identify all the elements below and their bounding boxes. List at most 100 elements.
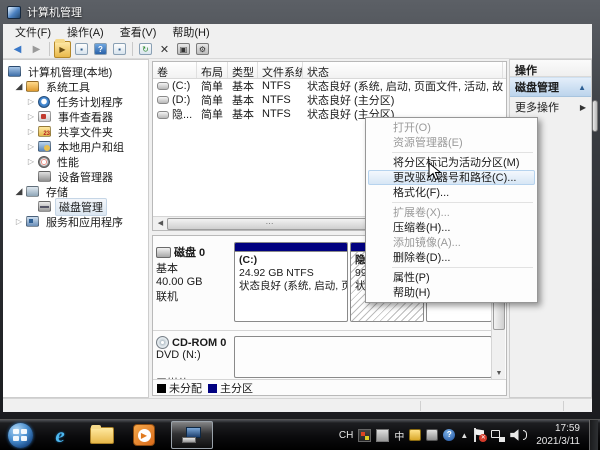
console-window-2-icon[interactable]: ▪ xyxy=(111,41,128,57)
volume-row-c[interactable]: (C:) 简单 基本 NTFS 状态良好 (系统, 启动, 页面文件, 活动, … xyxy=(153,79,506,93)
cdrom-media-block[interactable] xyxy=(234,336,492,378)
disk0-info[interactable]: 磁盘 0 基本 40.00 GB 联机 xyxy=(156,244,232,304)
speaker-icon[interactable] xyxy=(510,429,521,441)
forward-icon[interactable]: ▶ xyxy=(28,41,45,57)
tree-item-services-applications[interactable]: ▷ 服务和应用程序 xyxy=(3,214,148,229)
menu-item-shrink-volume[interactable]: 压缩卷(H)... xyxy=(368,220,535,235)
menu-item-open: 打开(O) xyxy=(368,120,535,135)
volume-list-header: 卷 布局 类型 文件系统 状态 xyxy=(153,62,506,79)
expand-icon[interactable]: ▷ xyxy=(25,112,37,121)
menu-separator xyxy=(392,267,533,268)
tree-item-system-tools[interactable]: ◢ 系统工具 xyxy=(3,79,148,94)
action-center-flag-icon[interactable]: ✕ xyxy=(473,428,486,442)
ime-mode-indicator[interactable]: 中 xyxy=(394,428,404,443)
menu-help[interactable]: 帮助(H) xyxy=(164,23,217,41)
primary-partition-bar xyxy=(235,243,347,252)
collapse-icon[interactable]: ◢ xyxy=(13,81,25,92)
tree-item-performance[interactable]: ▷ 性能 xyxy=(3,154,148,169)
computer-icon xyxy=(8,66,21,77)
storage-icon xyxy=(26,186,39,197)
menu-item-format[interactable]: 格式化(F)... xyxy=(368,185,535,200)
tree-item-shared-folders[interactable]: ▷ 共享文件夹 xyxy=(3,124,148,139)
collapse-icon[interactable]: ◢ xyxy=(13,186,25,197)
show-console-tree-icon[interactable]: ▶ xyxy=(54,41,71,57)
expand-icon[interactable]: ▷ xyxy=(25,142,37,151)
menu-item-help[interactable]: 帮助(H) xyxy=(368,285,535,300)
ime-icon[interactable] xyxy=(358,429,371,442)
taskbar-ie-icon[interactable]: e xyxy=(45,422,75,449)
more-actions-item[interactable]: 更多操作 ▶ xyxy=(510,97,591,117)
keyboard-layout-icon[interactable] xyxy=(376,429,389,442)
system-tools-icon xyxy=(26,81,39,92)
tree-item-local-users-groups[interactable]: ▷ 本地用户和组 xyxy=(3,139,148,154)
tray-help-icon[interactable]: ? xyxy=(443,429,455,441)
toolbar-separator xyxy=(49,42,50,56)
partition-name: (C:) xyxy=(239,254,343,267)
disk-icon xyxy=(156,247,171,258)
taskbar-media-player-icon[interactable]: ▶ xyxy=(129,422,159,449)
tree-item-event-viewer[interactable]: ▷ 事件查看器 xyxy=(3,109,148,124)
window-title: 计算机管理 xyxy=(27,4,82,20)
tree-item-computer-management[interactable]: 计算机管理(本地) xyxy=(3,64,148,79)
tree-item-label: 性能 xyxy=(54,154,82,170)
tree-item-disk-management[interactable]: 磁盘管理 xyxy=(3,199,148,214)
column-header-layout[interactable]: 布局 xyxy=(197,62,228,78)
tree-item-task-scheduler[interactable]: ▷ 任务计划程序 xyxy=(3,94,148,109)
menu-separator xyxy=(392,202,533,203)
expand-icon[interactable]: ▷ xyxy=(25,127,37,136)
properties-icon[interactable]: ▣ xyxy=(175,41,192,57)
start-button[interactable] xyxy=(8,423,33,448)
column-header-volume[interactable]: 卷 xyxy=(153,62,197,78)
actions-disk-management-section[interactable]: 磁盘管理 ▲ xyxy=(510,77,591,97)
refresh-icon[interactable]: ↻ xyxy=(137,41,154,57)
expand-icon[interactable]: ▷ xyxy=(25,157,37,166)
volume-filesystem: NTFS xyxy=(258,80,303,92)
show-desktop-button[interactable] xyxy=(589,420,598,450)
volume-filesystem: NTFS xyxy=(258,108,303,120)
taskbar-computer-management-button[interactable] xyxy=(171,421,213,449)
services-icon xyxy=(26,216,39,227)
help-icon[interactable]: ? xyxy=(92,41,109,57)
column-header-status[interactable]: 状态 xyxy=(303,62,503,78)
volume-row-d[interactable]: (D:) 简单 基本 NTFS 状态良好 (主分区) xyxy=(153,93,506,107)
tree-item-storage[interactable]: ◢ 存储 xyxy=(3,184,148,199)
menu-item-delete-volume[interactable]: 删除卷(D)... xyxy=(368,250,535,265)
collapse-section-icon[interactable]: ▲ xyxy=(578,83,586,92)
cd-rom-icon xyxy=(156,336,169,349)
tray-app-icon-2[interactable] xyxy=(426,429,438,441)
scrollbar-thumb[interactable]: ⋯ xyxy=(167,218,373,230)
menu-item-change-drive-letter[interactable]: 更改驱动器号和路径(C)... xyxy=(368,170,535,185)
menu-action[interactable]: 操作(A) xyxy=(59,23,112,41)
show-hidden-icons-button[interactable]: ▲ xyxy=(460,431,468,440)
menu-bar: 文件(F) 操作(A) 查看(V) 帮助(H) xyxy=(3,24,592,40)
expand-icon[interactable]: ▷ xyxy=(25,97,37,106)
expand-icon[interactable]: ▷ xyxy=(13,217,25,226)
window-edge-scrollbar-thumb[interactable] xyxy=(592,100,598,132)
column-header-type[interactable]: 类型 xyxy=(228,62,258,78)
title-bar[interactable]: 计算机管理 xyxy=(0,0,600,24)
tray-app-icon-1[interactable] xyxy=(409,429,421,441)
tree-item-label: 共享文件夹 xyxy=(55,124,116,140)
taskbar-clock[interactable]: 17:59 2021/3/11 xyxy=(536,422,580,448)
console-window-icon[interactable]: ▪ xyxy=(73,41,90,57)
scroll-left-icon[interactable]: ◀ xyxy=(154,218,167,230)
menu-item-add-mirror: 添加镜像(A)... xyxy=(368,235,535,250)
disk-legend: 未分配 主分区 xyxy=(153,379,506,395)
tree-item-device-manager[interactable]: 设备管理器 xyxy=(3,169,148,184)
menu-item-properties[interactable]: 属性(P) xyxy=(368,270,535,285)
partition-c-block[interactable]: (C:) 24.92 GB NTFS 状态良好 (系统, 启动, 页 xyxy=(234,242,348,322)
partition-size: 24.92 GB NTFS xyxy=(239,267,343,280)
tree-item-label: 本地用户和组 xyxy=(55,139,127,155)
network-icon[interactable] xyxy=(491,429,505,442)
column-header-filesystem[interactable]: 文件系统 xyxy=(258,62,303,78)
menu-item-mark-active[interactable]: 将分区标记为活动分区(M) xyxy=(368,155,535,170)
language-indicator[interactable]: CH xyxy=(339,430,353,441)
back-icon[interactable]: ◀ xyxy=(9,41,26,57)
menu-view[interactable]: 查看(V) xyxy=(112,23,165,41)
actions-header: 操作 xyxy=(510,60,591,77)
menu-file[interactable]: 文件(F) xyxy=(7,23,59,41)
delete-icon[interactable]: ✕ xyxy=(156,41,173,57)
menu-item-extend-volume: 扩展卷(X)... xyxy=(368,205,535,220)
manage-icon[interactable]: ⚙ xyxy=(194,41,211,57)
taskbar-explorer-icon[interactable] xyxy=(87,422,117,449)
